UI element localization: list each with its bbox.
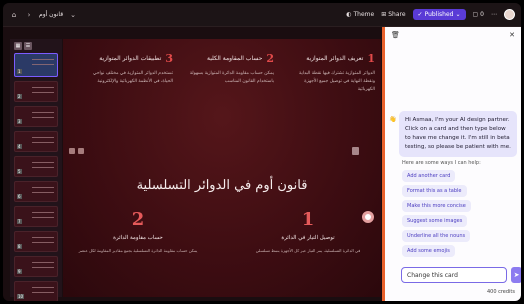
slide-thumbnail[interactable]: 1: [14, 53, 58, 77]
avatar[interactable]: [504, 9, 515, 20]
suggestion-chip[interactable]: Add some emojis: [402, 245, 455, 257]
column-card[interactable]: 2 حساب مقاومة الدائرة يمكن حساب مقاومة ا…: [73, 209, 203, 254]
chevron-right-icon: ›: [27, 10, 31, 19]
theme-icon: ◐: [346, 11, 352, 18]
slide-thumbnail[interactable]: 2: [14, 81, 58, 102]
bottom-columns: 1 توصيل التيار في الدائرة في الدائرة الت…: [73, 209, 373, 254]
slide-thumbnail[interactable]: 6: [14, 181, 58, 202]
trash-icon[interactable]: [352, 147, 359, 155]
chevron-down-icon[interactable]: [78, 148, 84, 154]
trash-icon[interactable]: 🗑: [391, 31, 400, 39]
suggestion-chip[interactable]: Suggest some images: [402, 215, 468, 227]
column-number: 1: [301, 209, 315, 230]
prompt-input[interactable]: Change this card: [401, 267, 507, 283]
column-heading: حساب مقاومة الدائرة: [113, 235, 163, 241]
comment-icon: ▢: [472, 11, 479, 18]
slide-thumbnail[interactable]: 3: [14, 106, 58, 127]
column-heading: تعريف الدوائر المتوازية: [306, 55, 364, 62]
slide-thumbnail-rail: ▦ ☰ 1 2 3 4 5 6 7 8 9 10: [10, 39, 62, 301]
credits-label: 400 credits: [486, 289, 515, 295]
card-toolbar[interactable]: [69, 148, 84, 154]
home-icon[interactable]: ⌂: [9, 10, 19, 20]
slide-thumbnail[interactable]: 10: [14, 281, 58, 301]
circle-decoration: [362, 211, 374, 223]
column-body: تستخدم الدوائر المتوازية في مختلف نواحي …: [92, 71, 173, 84]
assistant-message: 👋 Hi Asmaa, I'm your AI design partner. …: [389, 111, 517, 157]
close-icon[interactable]: ✕: [509, 31, 515, 39]
chevron-down-icon: ⌄: [455, 11, 461, 18]
suggestions-label: Here are some ways I can help:: [402, 160, 481, 166]
column-number: 1: [367, 52, 375, 65]
slide-canvas[interactable]: 1 تعريف الدوائر المتوازية الدوائر المتواز…: [63, 39, 381, 297]
suggestion-chip[interactable]: Add another card: [402, 170, 456, 182]
top-bar: ⌂ › قانون أوم ⌄ ◐ Theme ⊞ Share ✓ Published…: [3, 3, 521, 27]
share-button[interactable]: ⊞ Share: [381, 11, 405, 18]
send-button[interactable]: ➤: [511, 267, 521, 283]
column-card[interactable]: 2 حساب المقاومة الكلية يمكن حساب مقاومة ا…: [186, 52, 274, 132]
column-heading: تطبيقات الدوائر المتوازية: [99, 55, 162, 62]
check-icon: ✓: [417, 11, 423, 18]
more-button[interactable]: ⋯: [491, 11, 497, 18]
slide-thumbnail[interactable]: 5: [14, 156, 58, 177]
published-button[interactable]: ✓ Published ⌄: [412, 9, 466, 20]
comments-button[interactable]: ▢ 0: [473, 11, 485, 18]
column-body: الدوائر المتوازية تشترك فيها نقطة البداي…: [299, 71, 375, 92]
grid-view-icon[interactable]: ▦: [14, 42, 22, 50]
column-heading: حساب المقاومة الكلية: [207, 55, 263, 62]
suggestion-chip[interactable]: Make this more concise: [402, 200, 471, 212]
slide-title[interactable]: قانون أوم في الدوائر التسلسلية: [63, 178, 381, 193]
wave-icon: 👋: [389, 116, 397, 123]
app-window: ⌂ › قانون أوم ⌄ ◐ Theme ⊞ Share ✓ Published…: [3, 3, 521, 301]
column-heading: توصيل التيار في الدائرة: [281, 235, 335, 241]
slide-thumbnail[interactable]: 9: [14, 256, 58, 277]
column-number: 2: [131, 209, 145, 230]
column-card[interactable]: 1 توصيل التيار في الدائرة في الدائرة الت…: [243, 209, 373, 254]
suggestion-chip[interactable]: Underline all the nouns: [402, 230, 471, 242]
ai-assistant-panel: 🗑 ✕ 👋 Hi Asmaa, I'm your AI design partn…: [382, 27, 521, 301]
theme-button[interactable]: ◐ Theme: [346, 11, 374, 18]
column-body: يمكن حساب مقاومة الدائرة التسلسلية بجمع …: [78, 248, 198, 253]
column-body: يمكن حساب مقاومة الدائرة المتوازية بسهول…: [189, 71, 274, 84]
column-card[interactable]: 3 تطبيقات الدوائر المتوازية تستخدم الدوائ…: [85, 52, 173, 132]
top-columns: 1 تعريف الدوائر المتوازية الدوائر المتواز…: [85, 52, 375, 132]
suggestion-chip[interactable]: Format this as a table: [402, 185, 467, 197]
settings-icon[interactable]: [69, 148, 75, 154]
column-body: في الدائرة التسلسلية، يمر التيار عبر كل …: [255, 248, 361, 253]
slide-thumbnail[interactable]: 8: [14, 231, 58, 252]
column-number: 2: [266, 52, 274, 65]
chevron-down-icon[interactable]: ⌄: [68, 10, 78, 20]
column-number: 3: [165, 52, 173, 65]
list-view-icon[interactable]: ☰: [24, 42, 32, 50]
column-card[interactable]: 1 تعريف الدوائر المتوازية الدوائر المتواز…: [287, 52, 375, 132]
share-icon: ⊞: [381, 11, 387, 18]
slide-thumbnail[interactable]: 7: [14, 206, 58, 227]
slide-thumbnail[interactable]: 4: [14, 131, 58, 152]
breadcrumb[interactable]: قانون أوم: [39, 11, 63, 18]
